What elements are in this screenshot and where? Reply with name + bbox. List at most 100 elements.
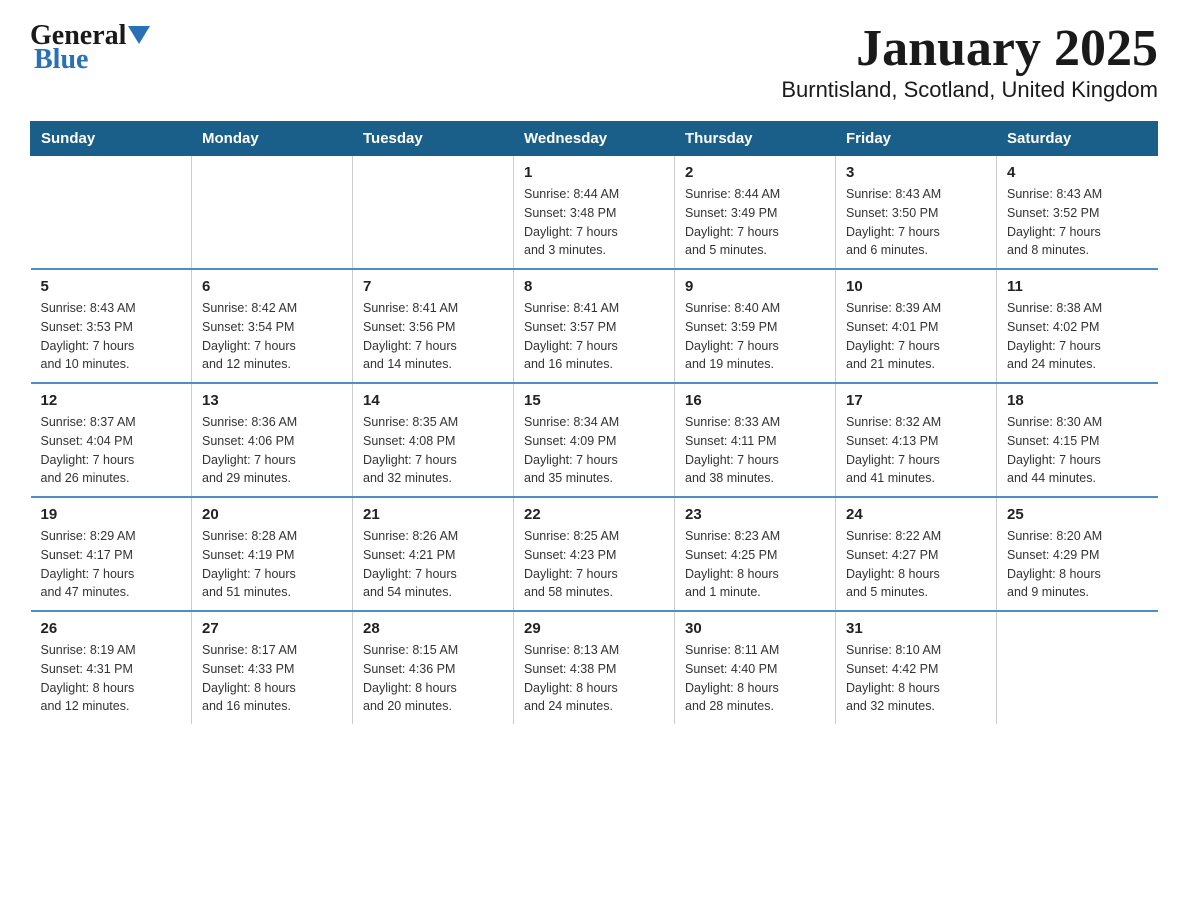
calendar-cell: 17 Sunrise: 8:32 AM Sunset: 4:13 PM Dayli… (836, 383, 997, 497)
day-info: Sunrise: 8:36 AM Sunset: 4:06 PM Dayligh… (202, 413, 342, 488)
day-number: 26 (41, 620, 182, 637)
calendar-cell (31, 156, 192, 270)
day-number: 29 (524, 620, 664, 637)
calendar-cell: 16 Sunrise: 8:33 AM Sunset: 4:11 PM Dayli… (675, 383, 836, 497)
calendar-table: SundayMondayTuesdayWednesdayThursdayFrid… (30, 121, 1158, 724)
calendar-cell (997, 611, 1158, 724)
title-block: January 2025 Burntisland, Scotland, Unit… (781, 20, 1158, 103)
calendar-week-row: 26 Sunrise: 8:19 AM Sunset: 4:31 PM Dayli… (31, 611, 1158, 724)
calendar-cell: 14Sunrise: 8:35 AM Sunset: 4:08 PM Dayli… (353, 383, 514, 497)
calendar-cell: 21 Sunrise: 8:26 AM Sunset: 4:21 PM Dayli… (353, 497, 514, 611)
day-number: 7 (363, 278, 503, 295)
calendar-cell: 31 Sunrise: 8:10 AM Sunset: 4:42 PM Dayli… (836, 611, 997, 724)
day-info: Sunrise: 8:33 AM Sunset: 4:11 PM Dayligh… (685, 413, 825, 488)
calendar-cell: 22 Sunrise: 8:25 AM Sunset: 4:23 PM Dayli… (514, 497, 675, 611)
day-info: Sunrise: 8:38 AM Sunset: 4:02 PM Dayligh… (1007, 299, 1148, 374)
day-info: Sunrise: 8:25 AM Sunset: 4:23 PM Dayligh… (524, 527, 664, 602)
day-number: 3 (846, 164, 986, 181)
day-number: 17 (846, 392, 986, 409)
day-number: 5 (41, 278, 182, 295)
calendar-cell: 15Sunrise: 8:34 AM Sunset: 4:09 PM Dayli… (514, 383, 675, 497)
logo: General Blue (30, 20, 150, 76)
day-number: 9 (685, 278, 825, 295)
weekday-header-tuesday: Tuesday (353, 122, 514, 156)
day-info: Sunrise: 8:10 AM Sunset: 4:42 PM Dayligh… (846, 641, 986, 716)
calendar-cell: 29 Sunrise: 8:13 AM Sunset: 4:38 PM Dayli… (514, 611, 675, 724)
calendar-cell: 8 Sunrise: 8:41 AM Sunset: 3:57 PM Daylig… (514, 269, 675, 383)
day-info: Sunrise: 8:43 AM Sunset: 3:52 PM Dayligh… (1007, 185, 1148, 260)
day-info: Sunrise: 8:23 AM Sunset: 4:25 PM Dayligh… (685, 527, 825, 602)
day-info: Sunrise: 8:26 AM Sunset: 4:21 PM Dayligh… (363, 527, 503, 602)
calendar-cell: 27 Sunrise: 8:17 AM Sunset: 4:33 PM Dayli… (192, 611, 353, 724)
day-number: 27 (202, 620, 342, 637)
weekday-header-friday: Friday (836, 122, 997, 156)
calendar-cell (353, 156, 514, 270)
day-info: Sunrise: 8:20 AM Sunset: 4:29 PM Dayligh… (1007, 527, 1148, 602)
day-info: Sunrise: 8:11 AM Sunset: 4:40 PM Dayligh… (685, 641, 825, 716)
day-number: 30 (685, 620, 825, 637)
calendar-week-row: 1Sunrise: 8:44 AM Sunset: 3:48 PM Daylig… (31, 156, 1158, 270)
logo-blue: Blue (34, 44, 88, 76)
calendar-cell: 26 Sunrise: 8:19 AM Sunset: 4:31 PM Dayli… (31, 611, 192, 724)
day-number: 14 (363, 392, 503, 409)
day-number: 22 (524, 506, 664, 523)
day-number: 1 (524, 164, 664, 181)
calendar-cell: 2 Sunrise: 8:44 AM Sunset: 3:49 PM Daylig… (675, 156, 836, 270)
day-number: 25 (1007, 506, 1148, 523)
day-number: 4 (1007, 164, 1148, 181)
day-info: Sunrise: 8:15 AM Sunset: 4:36 PM Dayligh… (363, 641, 503, 716)
day-info: Sunrise: 8:28 AM Sunset: 4:19 PM Dayligh… (202, 527, 342, 602)
calendar-cell: 6Sunrise: 8:42 AM Sunset: 3:54 PM Daylig… (192, 269, 353, 383)
weekday-header-wednesday: Wednesday (514, 122, 675, 156)
calendar-week-row: 12Sunrise: 8:37 AM Sunset: 4:04 PM Dayli… (31, 383, 1158, 497)
day-number: 20 (202, 506, 342, 523)
calendar-cell: 30 Sunrise: 8:11 AM Sunset: 4:40 PM Dayli… (675, 611, 836, 724)
day-number: 28 (363, 620, 503, 637)
day-number: 21 (363, 506, 503, 523)
day-number: 8 (524, 278, 664, 295)
logo-triangle-icon (128, 26, 150, 48)
day-number: 18 (1007, 392, 1148, 409)
calendar-cell (192, 156, 353, 270)
day-info: Sunrise: 8:29 AM Sunset: 4:17 PM Dayligh… (41, 527, 182, 602)
day-info: Sunrise: 8:40 AM Sunset: 3:59 PM Dayligh… (685, 299, 825, 374)
calendar-cell: 18 Sunrise: 8:30 AM Sunset: 4:15 PM Dayli… (997, 383, 1158, 497)
calendar-cell: 12Sunrise: 8:37 AM Sunset: 4:04 PM Dayli… (31, 383, 192, 497)
day-number: 24 (846, 506, 986, 523)
day-number: 31 (846, 620, 986, 637)
day-info: Sunrise: 8:22 AM Sunset: 4:27 PM Dayligh… (846, 527, 986, 602)
day-number: 16 (685, 392, 825, 409)
calendar-week-row: 5Sunrise: 8:43 AM Sunset: 3:53 PM Daylig… (31, 269, 1158, 383)
day-info: Sunrise: 8:42 AM Sunset: 3:54 PM Dayligh… (202, 299, 342, 374)
day-number: 10 (846, 278, 986, 295)
calendar-cell: 7Sunrise: 8:41 AM Sunset: 3:56 PM Daylig… (353, 269, 514, 383)
weekday-header-thursday: Thursday (675, 122, 836, 156)
page-header: General Blue January 2025 Burntisland, S… (30, 20, 1158, 103)
calendar-cell: 25 Sunrise: 8:20 AM Sunset: 4:29 PM Dayli… (997, 497, 1158, 611)
day-info: Sunrise: 8:13 AM Sunset: 4:38 PM Dayligh… (524, 641, 664, 716)
calendar-cell: 10 Sunrise: 8:39 AM Sunset: 4:01 PM Dayli… (836, 269, 997, 383)
day-info: Sunrise: 8:30 AM Sunset: 4:15 PM Dayligh… (1007, 413, 1148, 488)
day-info: Sunrise: 8:19 AM Sunset: 4:31 PM Dayligh… (41, 641, 182, 716)
calendar-title: January 2025 (781, 20, 1158, 77)
calendar-cell: 23Sunrise: 8:23 AM Sunset: 4:25 PM Dayli… (675, 497, 836, 611)
calendar-cell: 9 Sunrise: 8:40 AM Sunset: 3:59 PM Daylig… (675, 269, 836, 383)
weekday-header-monday: Monday (192, 122, 353, 156)
calendar-cell: 13 Sunrise: 8:36 AM Sunset: 4:06 PM Dayli… (192, 383, 353, 497)
day-number: 2 (685, 164, 825, 181)
day-number: 13 (202, 392, 342, 409)
calendar-cell: 11 Sunrise: 8:38 AM Sunset: 4:02 PM Dayli… (997, 269, 1158, 383)
calendar-header-row: SundayMondayTuesdayWednesdayThursdayFrid… (31, 122, 1158, 156)
day-info: Sunrise: 8:17 AM Sunset: 4:33 PM Dayligh… (202, 641, 342, 716)
day-info: Sunrise: 8:39 AM Sunset: 4:01 PM Dayligh… (846, 299, 986, 374)
calendar-cell: 3Sunrise: 8:43 AM Sunset: 3:50 PM Daylig… (836, 156, 997, 270)
day-number: 11 (1007, 278, 1148, 295)
calendar-cell: 28 Sunrise: 8:15 AM Sunset: 4:36 PM Dayli… (353, 611, 514, 724)
day-info: Sunrise: 8:32 AM Sunset: 4:13 PM Dayligh… (846, 413, 986, 488)
calendar-subtitle: Burntisland, Scotland, United Kingdom (781, 77, 1158, 103)
day-info: Sunrise: 8:41 AM Sunset: 3:57 PM Dayligh… (524, 299, 664, 374)
calendar-cell: 5Sunrise: 8:43 AM Sunset: 3:53 PM Daylig… (31, 269, 192, 383)
day-info: Sunrise: 8:44 AM Sunset: 3:49 PM Dayligh… (685, 185, 825, 260)
calendar-cell: 20 Sunrise: 8:28 AM Sunset: 4:19 PM Dayli… (192, 497, 353, 611)
day-number: 15 (524, 392, 664, 409)
